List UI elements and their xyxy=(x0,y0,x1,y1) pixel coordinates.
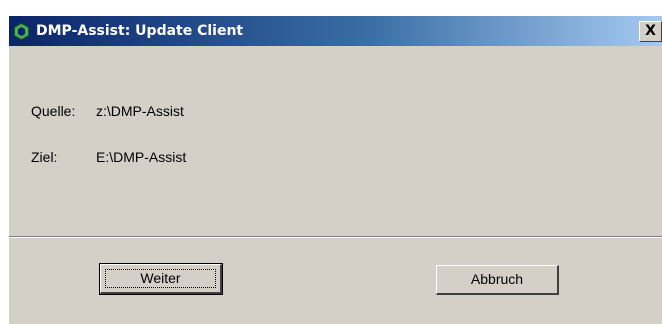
cancel-button-label: Abbruch xyxy=(470,271,524,287)
close-icon: X xyxy=(645,23,656,39)
update-client-dialog: DMP-Assist: Update Client X Quelle: z:\D… xyxy=(9,16,662,324)
target-label: Ziel: xyxy=(31,149,58,165)
window-title: DMP-Assist: Update Client xyxy=(36,23,244,39)
button-area-divider xyxy=(9,236,662,238)
source-path: z:\DMP-Assist xyxy=(96,103,184,119)
next-button-label: Weiter xyxy=(140,270,181,286)
next-button[interactable]: Weiter xyxy=(99,263,223,295)
target-path: E:\DMP-Assist xyxy=(96,149,187,165)
source-label: Quelle: xyxy=(31,103,76,119)
app-hexagon-icon xyxy=(14,23,29,40)
cancel-button[interactable]: Abbruch xyxy=(436,265,559,295)
close-button[interactable]: X xyxy=(639,21,662,42)
title-bar[interactable]: DMP-Assist: Update Client X xyxy=(9,16,662,46)
